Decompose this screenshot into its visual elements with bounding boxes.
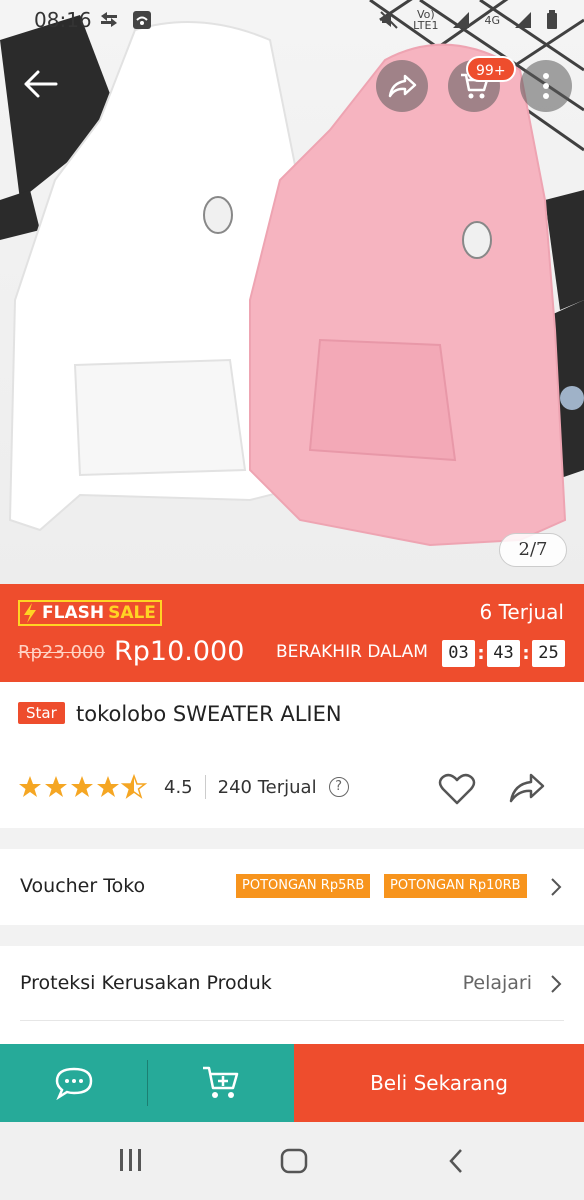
- voucher-label: Voucher Toko: [20, 875, 146, 897]
- more-button[interactable]: [520, 60, 572, 112]
- rating-value: 4.5: [164, 776, 193, 798]
- product-title: tokolobo SWEATER ALIEN: [76, 702, 342, 726]
- chat-button[interactable]: [0, 1044, 148, 1122]
- back-arrow-icon: [24, 70, 58, 98]
- ends-in-label: BERAKHIR DALAM: [276, 642, 428, 662]
- recent-apps-icon[interactable]: [118, 1148, 144, 1172]
- network-type: 4G: [484, 13, 500, 27]
- share-product-icon[interactable]: [508, 772, 546, 804]
- flash-sold-count: 6 Terjual: [479, 600, 564, 624]
- rating-row: 4.5 240 Terjual ?: [18, 774, 349, 800]
- mute-icon: [380, 11, 398, 29]
- add-cart-icon: [203, 1066, 239, 1098]
- home-icon[interactable]: [280, 1148, 308, 1174]
- back-button[interactable]: [14, 58, 66, 110]
- product-info: Star tokolobo SWEATER ALIEN 4.5 240 Terj…: [0, 682, 584, 828]
- wifi-icon: [133, 11, 151, 29]
- battery-icon: [547, 10, 557, 29]
- chevron-right-icon: [551, 975, 562, 993]
- rating-stars: [19, 775, 146, 798]
- sale-price: Rp10.000: [114, 636, 245, 667]
- protection-row[interactable]: Proteksi Kerusakan Produk Pelajari: [0, 946, 584, 1044]
- signal-icon-2: [515, 12, 531, 28]
- help-icon[interactable]: ?: [328, 777, 349, 797]
- image-counter: 2/7: [499, 533, 567, 567]
- lightning-icon: [24, 603, 36, 623]
- star-seller-badge: Star: [18, 702, 65, 724]
- original-price: Rp23.000: [18, 642, 105, 663]
- share-icon: [388, 74, 417, 98]
- flash-label: FLASH: [42, 603, 105, 623]
- status-time: 08:16: [34, 8, 92, 32]
- total-sold: 240 Terjual: [217, 776, 317, 798]
- network-label-bottom: LTE1: [413, 19, 439, 32]
- share-button[interactable]: [376, 60, 428, 112]
- protection-label: Proteksi Kerusakan Produk: [20, 972, 272, 994]
- system-navigation-bar: [0, 1122, 584, 1200]
- flash-sale-badge: FLASH SALE: [18, 600, 162, 626]
- status-bar: 08:16 Vo) LTE1 4G: [0, 0, 584, 40]
- signal-icon: [453, 12, 470, 28]
- timer-minutes: 43: [487, 640, 520, 667]
- row-divider: [20, 1020, 564, 1021]
- bottom-action-bar: Beli Sekarang: [0, 1044, 584, 1122]
- learn-more-link[interactable]: Pelajari: [463, 972, 532, 994]
- countdown-timer: 03 : 43 : 25: [442, 640, 565, 667]
- add-to-cart-button[interactable]: [148, 1044, 294, 1122]
- voucher-row[interactable]: Voucher Toko POTONGAN Rp5RB POTONGAN Rp1…: [0, 849, 584, 925]
- voucher-tag-1[interactable]: POTONGAN Rp5RB: [236, 874, 371, 898]
- chat-icon: [55, 1067, 93, 1100]
- voucher-tag-2[interactable]: POTONGAN Rp10RB: [384, 874, 527, 898]
- back-nav-icon[interactable]: [448, 1148, 464, 1174]
- buy-now-button[interactable]: Beli Sekarang: [294, 1044, 584, 1122]
- product-image[interactable]: 08:16 Vo) LTE1 4G 99+ 2/7: [0, 0, 584, 584]
- cart-count-badge: 99+: [466, 56, 516, 82]
- heart-icon[interactable]: [438, 772, 476, 806]
- timer-seconds: 25: [532, 640, 565, 667]
- download-icon: [101, 12, 117, 27]
- chevron-right-icon: [551, 878, 562, 896]
- flash-sale-bar: FLASH SALE Rp23.000 Rp10.000 6 Terjual B…: [0, 584, 584, 682]
- timer-hours: 03: [442, 640, 475, 667]
- sale-label: SALE: [108, 603, 156, 623]
- more-vertical-icon: [543, 73, 549, 99]
